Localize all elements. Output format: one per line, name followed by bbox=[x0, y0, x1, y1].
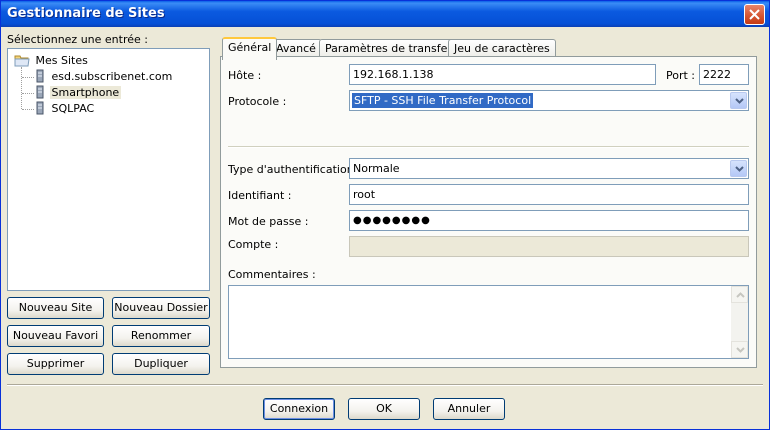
auth-type-label: Type d'authentification : bbox=[228, 163, 361, 176]
cancel-button[interactable]: Annuler bbox=[433, 398, 505, 420]
site-manager-window: Gestionnaire de Sites Sélectionnez une e… bbox=[0, 0, 770, 430]
scroll-down-button[interactable] bbox=[731, 341, 748, 358]
chevron-down-icon bbox=[735, 166, 744, 172]
comments-textarea[interactable] bbox=[228, 285, 749, 359]
window-title: Gestionnaire de Sites bbox=[7, 6, 165, 21]
tree-item-esd[interactable]: esd.subscribenet.com bbox=[34, 69, 174, 85]
close-icon bbox=[749, 9, 760, 20]
ok-button[interactable]: OK bbox=[348, 398, 420, 420]
server-icon bbox=[36, 85, 44, 99]
password-label: Mot de passe : bbox=[228, 215, 309, 228]
title-bar[interactable]: Gestionnaire de Sites bbox=[1, 1, 769, 27]
auth-type-dropdown-button[interactable] bbox=[730, 160, 747, 177]
footer-divider bbox=[7, 384, 763, 386]
auth-type-select[interactable]: Normale bbox=[349, 158, 749, 179]
site-tree[interactable]: Mes Sites esd.subscribenet.com Smartphon… bbox=[7, 48, 210, 291]
scroll-up-button[interactable] bbox=[731, 286, 748, 303]
auth-type-value: Normale bbox=[353, 162, 400, 175]
account-label: Compte : bbox=[228, 238, 279, 251]
connect-button[interactable]: Connexion bbox=[263, 398, 335, 420]
tree-root-label: Mes Sites bbox=[35, 54, 88, 67]
password-input[interactable]: ●●●●●●●● bbox=[349, 210, 749, 231]
account-input bbox=[349, 236, 749, 257]
host-input[interactable]: 192.168.1.138 bbox=[349, 64, 656, 85]
chevron-down-icon bbox=[736, 347, 745, 353]
delete-button[interactable]: Supprimer bbox=[7, 353, 104, 375]
new-folder-button[interactable]: Nouveau Dossier bbox=[112, 297, 210, 319]
protocol-selected-value: SFTP - SSH File Transfer Protocol bbox=[352, 93, 534, 108]
tree-item-label: Smartphone bbox=[49, 86, 122, 99]
close-button[interactable] bbox=[744, 4, 765, 25]
new-site-button[interactable]: Nouveau Site bbox=[7, 297, 104, 319]
tree-item-smartphone[interactable]: Smartphone bbox=[34, 85, 122, 101]
username-input[interactable]: root bbox=[349, 184, 749, 205]
protocol-select[interactable]: SFTP - SSH File Transfer Protocol bbox=[349, 90, 749, 111]
tree-item-label: SQLPAC bbox=[51, 102, 95, 115]
comments-label: Commentaires : bbox=[228, 268, 316, 281]
select-entry-label: Sélectionnez une entrée : bbox=[7, 33, 148, 46]
port-input[interactable]: 2222 bbox=[699, 64, 749, 85]
section-divider bbox=[228, 146, 749, 148]
rename-button[interactable]: Renommer bbox=[112, 325, 210, 347]
duplicate-button[interactable]: Dupliquer bbox=[112, 353, 210, 375]
comments-scrollbar[interactable] bbox=[731, 286, 748, 358]
new-bookmark-button[interactable]: Nouveau Favori bbox=[7, 325, 104, 347]
tab-general[interactable]: Général bbox=[222, 37, 278, 60]
server-icon bbox=[36, 69, 44, 83]
protocol-dropdown-button[interactable] bbox=[730, 92, 747, 109]
tree-item-label: esd.subscribenet.com bbox=[51, 70, 173, 83]
tree-root-item[interactable]: Mes Sites bbox=[14, 53, 90, 69]
protocol-label: Protocole : bbox=[228, 95, 287, 108]
tree-item-sqlpac[interactable]: SQLPAC bbox=[34, 101, 96, 117]
chevron-down-icon bbox=[735, 98, 744, 104]
folder-icon bbox=[14, 55, 30, 67]
port-label: Port : bbox=[666, 69, 696, 82]
username-label: Identifiant : bbox=[228, 189, 292, 202]
server-icon bbox=[36, 101, 44, 115]
host-label: Hôte : bbox=[228, 69, 262, 82]
chevron-up-icon bbox=[736, 292, 745, 298]
